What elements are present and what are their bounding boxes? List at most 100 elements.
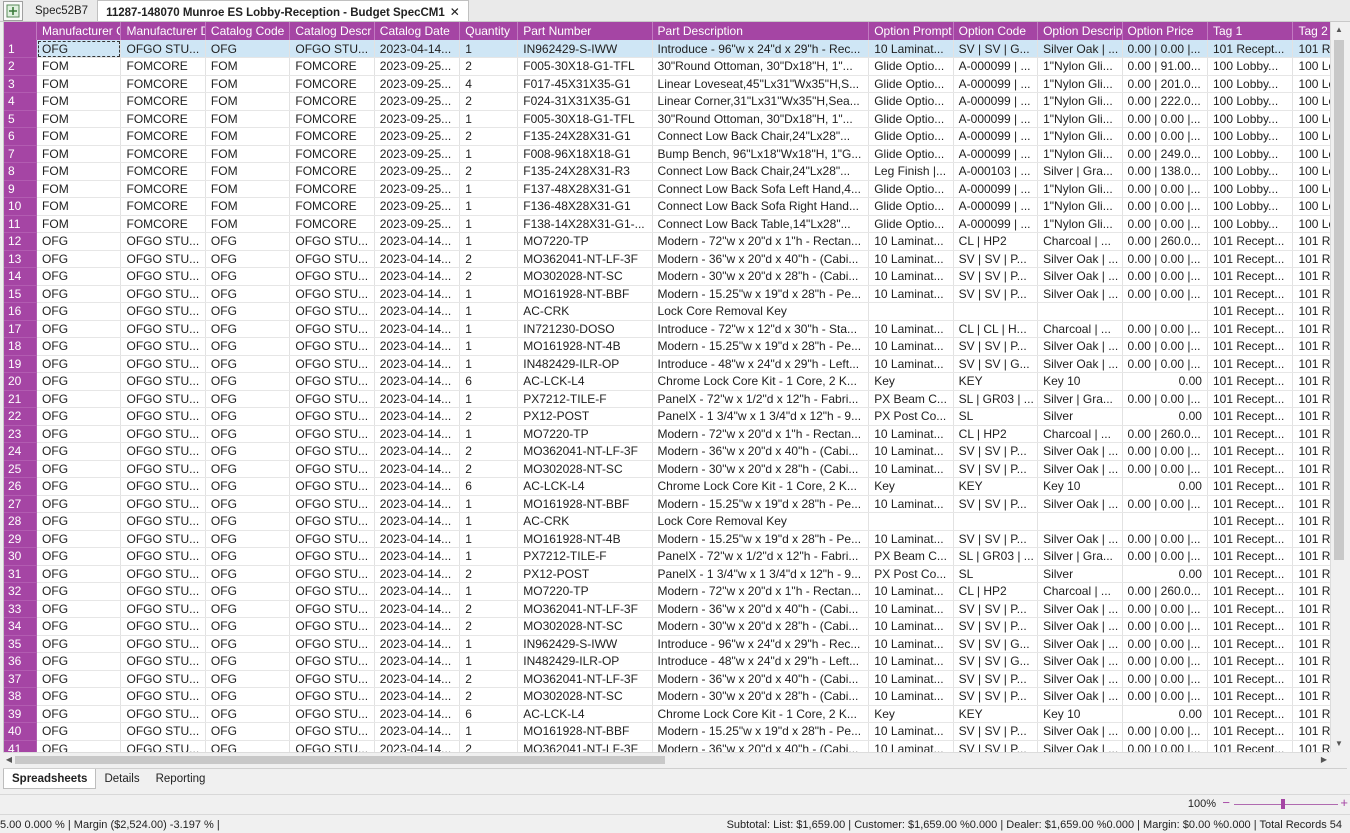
table-cell[interactable]: OFGO STU... <box>120 582 206 601</box>
table-cell[interactable]: 2 <box>459 600 519 618</box>
table-cell[interactable]: 0.00 | 0.00 |... <box>1122 635 1208 653</box>
table-row[interactable]: 6 FOM FOMCORE FOM FOMCORE 2023-09-25... 2 F135-… <box>4 127 1330 146</box>
table-cell[interactable]: 2023-09-25... <box>374 162 461 181</box>
table-cell[interactable]: Introduce - 48"w x 24"d x 29"h - Left... <box>652 355 870 373</box>
table-row[interactable]: 34 OFG OFGO STU... OFG OFGO STU... 2023-04-14… <box>4 617 1330 636</box>
table-cell[interactable]: 2 <box>459 57 519 76</box>
table-cell[interactable]: 2023-04-14... <box>374 512 461 531</box>
spreadsheet-grid[interactable]: Manufacturer C Manufacturer D Catalog Co… <box>3 22 1330 752</box>
table-cell[interactable]: 1 <box>459 145 519 163</box>
table-cell[interactable]: MO7220-TP <box>517 232 653 251</box>
table-cell[interactable]: MO161928-NT-4B <box>517 337 653 356</box>
table-cell[interactable]: 2023-04-14... <box>374 372 461 391</box>
table-cell[interactable]: 0.00 | 0.00 |... <box>1122 687 1208 706</box>
table-cell[interactable]: Linear Corner,31"Lx31"Wx35"H,Sea... <box>652 92 870 111</box>
column-header[interactable]: Option Price <box>1122 22 1208 40</box>
table-row[interactable]: 12 OFG OFGO STU... OFG OFGO STU... 2023-04-14… <box>4 232 1330 251</box>
vertical-scroll-thumb[interactable] <box>1334 40 1344 560</box>
table-cell[interactable]: 2 <box>459 687 519 706</box>
table-cell[interactable]: Silver | Gra... <box>1037 162 1123 181</box>
table-cell[interactable]: 10 Laminat... <box>868 460 954 478</box>
table-cell[interactable]: FOMCORE <box>289 197 375 216</box>
table-cell[interactable]: 2023-04-14... <box>374 355 461 373</box>
table-cell[interactable]: 101 Recept... <box>1207 495 1294 513</box>
table-cell[interactable]: OFG <box>36 407 122 426</box>
table-cell[interactable]: FOMCORE <box>120 197 206 216</box>
table-cell[interactable]: OFG <box>36 495 122 513</box>
table-cell[interactable]: A-000099 | ... <box>953 197 1039 216</box>
table-cell[interactable]: 101 Recept... <box>1207 477 1294 496</box>
table-cell[interactable]: 2023-04-14... <box>374 600 461 618</box>
table-cell[interactable]: A-000103 | ... <box>953 162 1039 181</box>
table-cell[interactable]: Introduce - 96"w x 24"d x 29"h - Rec... <box>652 40 870 58</box>
table-cell[interactable]: 101 Recep <box>1292 355 1330 373</box>
table-cell[interactable]: 2023-04-14... <box>374 652 461 671</box>
table-cell[interactable]: 101 Recep <box>1292 477 1330 496</box>
table-cell[interactable]: Modern - 36"w x 20"d x 40"h - (Cabi... <box>652 600 870 618</box>
table-cell[interactable]: SV | SV | P... <box>953 722 1039 741</box>
table-cell[interactable]: 0.00 | 0.00 |... <box>1122 127 1208 146</box>
table-cell[interactable]: SV | SV | P... <box>953 600 1039 618</box>
table-cell[interactable]: MO362041-NT-LF-3F <box>517 442 653 461</box>
table-cell[interactable]: 10 Laminat... <box>868 600 954 618</box>
table-cell[interactable]: 101 Recep <box>1292 670 1330 688</box>
row-number[interactable]: 4 <box>4 92 38 111</box>
table-cell[interactable]: Modern - 15.25"w x 19"d x 28"h - Pe... <box>652 285 870 303</box>
table-cell[interactable]: 100 Lobby... <box>1207 197 1294 216</box>
table-cell[interactable]: 0.00 <box>1122 372 1208 391</box>
table-cell[interactable]: 1 <box>459 197 519 216</box>
table-cell[interactable] <box>1122 512 1208 531</box>
table-cell[interactable]: 2023-04-14... <box>374 705 461 723</box>
table-cell[interactable]: Charcoal | ... <box>1037 232 1123 251</box>
row-number[interactable]: 9 <box>4 180 38 198</box>
table-cell[interactable]: FOM <box>36 127 122 146</box>
table-cell[interactable]: OFG <box>205 600 291 618</box>
table-cell[interactable]: AC-CRK <box>517 512 653 531</box>
table-cell[interactable]: 101 Recep <box>1292 582 1330 601</box>
table-cell[interactable]: OFG <box>36 425 122 443</box>
table-cell[interactable]: 101 Recept... <box>1207 687 1294 706</box>
table-cell[interactable]: OFGO STU... <box>120 635 206 653</box>
table-cell[interactable]: Introduce - 72"w x 12"d x 30"h - Sta... <box>652 320 870 338</box>
row-number[interactable]: 30 <box>4 547 38 566</box>
table-cell[interactable]: OFGO STU... <box>289 670 375 688</box>
table-cell[interactable]: 0.00 | 0.00 |... <box>1122 40 1208 58</box>
table-cell[interactable]: 101 Recep <box>1292 40 1330 58</box>
table-cell[interactable]: OFG <box>205 547 291 566</box>
table-row[interactable]: 3 FOM FOMCORE FOM FOMCORE 2023-09-25... 4 F017-… <box>4 75 1330 93</box>
table-cell[interactable]: Connect Low Back Chair,24"Lx28"... <box>652 127 870 146</box>
table-cell[interactable] <box>1122 302 1208 321</box>
table-cell[interactable]: F008-96X18X18-G1 <box>517 145 653 163</box>
table-cell[interactable]: F136-48X28X31-G1 <box>517 197 653 216</box>
table-cell[interactable]: SV | SV | G... <box>953 40 1039 58</box>
table-cell[interactable]: OFGO STU... <box>120 530 206 548</box>
table-cell[interactable]: OFG <box>36 285 122 303</box>
table-cell[interactable]: CL | HP2 <box>953 582 1039 601</box>
table-cell[interactable]: OFGO STU... <box>289 617 375 636</box>
scroll-down-icon[interactable]: ▼ <box>1331 736 1347 752</box>
table-cell[interactable]: 101 Recep <box>1292 722 1330 741</box>
table-cell[interactable]: SV | SV | P... <box>953 495 1039 513</box>
table-cell[interactable]: Connect Low Back Sofa Right Hand... <box>652 197 870 216</box>
table-cell[interactable]: OFGO STU... <box>120 670 206 688</box>
table-cell[interactable]: OFGO STU... <box>120 337 206 356</box>
table-cell[interactable]: OFG <box>36 635 122 653</box>
table-cell[interactable]: Glide Optio... <box>868 180 954 198</box>
table-cell[interactable]: 2 <box>459 92 519 111</box>
table-cell[interactable]: Key 10 <box>1037 372 1123 391</box>
table-cell[interactable]: 10 Laminat... <box>868 40 954 58</box>
table-cell[interactable]: 2023-04-14... <box>374 530 461 548</box>
table-cell[interactable]: 1"Nylon Gli... <box>1037 197 1123 216</box>
table-cell[interactable]: MO362041-NT-LF-3F <box>517 250 653 268</box>
table-cell[interactable] <box>953 302 1039 321</box>
table-cell[interactable]: 2023-09-25... <box>374 215 461 233</box>
table-cell[interactable]: Silver Oak | ... <box>1037 40 1123 58</box>
table-cell[interactable]: Glide Optio... <box>868 145 954 163</box>
row-number[interactable]: 40 <box>4 722 38 741</box>
table-cell[interactable]: SV | SV | P... <box>953 460 1039 478</box>
table-cell[interactable]: 10 Laminat... <box>868 285 954 303</box>
table-cell[interactable]: Glide Optio... <box>868 92 954 111</box>
table-cell[interactable]: OFGO STU... <box>289 390 375 408</box>
row-number[interactable]: 3 <box>4 75 38 93</box>
table-cell[interactable]: 1"Nylon Gli... <box>1037 215 1123 233</box>
